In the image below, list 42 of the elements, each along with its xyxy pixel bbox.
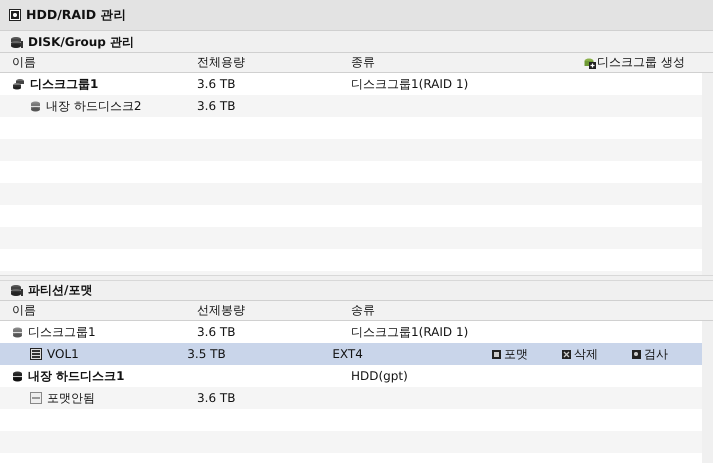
column-heading: 이름 — [11, 302, 37, 319]
disk-stack-icon — [10, 284, 24, 297]
table-cell: VOL1 — [47, 347, 79, 361]
disk-stack-icon — [12, 78, 25, 90]
table-cell: 내장 하드디스크1 — [28, 368, 125, 384]
window-title: HDD/RAID 관리 — [26, 6, 126, 24]
table-row[interactable]: 내장 하드디스크1 HDD(gpt) — [0, 365, 702, 387]
column-heading: 종류 — [351, 54, 376, 71]
section-title: DISK/Group 관리 — [28, 34, 134, 51]
hdd-icon — [9, 9, 21, 21]
table-cell: 3.6 TB — [197, 325, 236, 339]
table-row[interactable]: 디스크그룹1 3.6 TB 디스크그룹1(RAID 1) — [0, 321, 702, 343]
format-button[interactable]: 포맷 — [492, 346, 562, 362]
table-cell: HDD(gpt) — [351, 369, 408, 383]
table-cell: 디스크그룹1(RAID 1) — [351, 324, 468, 340]
add-group-icon — [584, 56, 596, 68]
table-cell: 디스크그룹1(RAID 1) — [351, 76, 468, 92]
table-cell: EXT4 — [332, 347, 363, 361]
section-title: 파티션/포맷 — [28, 282, 92, 299]
blank-drive-icon — [30, 392, 42, 404]
table-cell: 디스크그룹1 — [30, 76, 98, 92]
table-row[interactable]: 포맷안됨 3.6 TB — [0, 387, 702, 409]
check-button[interactable]: 검사 — [632, 346, 702, 362]
table-cell: 포맷안됨 — [47, 390, 95, 406]
table-cell: 3.6 TB — [197, 391, 236, 405]
table-row[interactable]: VOL1 3.5 TB EXT4 포맷 삭제 검사 — [0, 343, 702, 365]
column-heading: 이름 — [11, 54, 37, 71]
table-cell: 내장 하드디스크2 — [46, 98, 142, 114]
delete-button[interactable]: 삭제 — [562, 346, 632, 362]
table-cell: 3.6 TB — [197, 77, 236, 91]
table-row[interactable]: 내장 하드디스크2 3.6 TB — [0, 95, 702, 117]
column-heading: 선제봉량 — [197, 302, 246, 319]
table-cell: 디스크그룹1 — [28, 324, 96, 340]
disk-stack-icon — [10, 36, 24, 49]
table-row[interactable]: 디스크그룹1 3.6 TB 디스크그룹1(RAID 1) — [0, 73, 702, 95]
table-cell: 3.5 TB — [187, 347, 226, 361]
volume-icon — [30, 348, 42, 360]
create-group-button[interactable]: 디스크그룹 생성 — [584, 54, 685, 71]
delete-icon — [562, 350, 571, 358]
column-heading: 송류 — [351, 302, 376, 319]
table-cell: 3.6 TB — [197, 99, 236, 113]
column-heading: 전체용량 — [197, 54, 246, 71]
